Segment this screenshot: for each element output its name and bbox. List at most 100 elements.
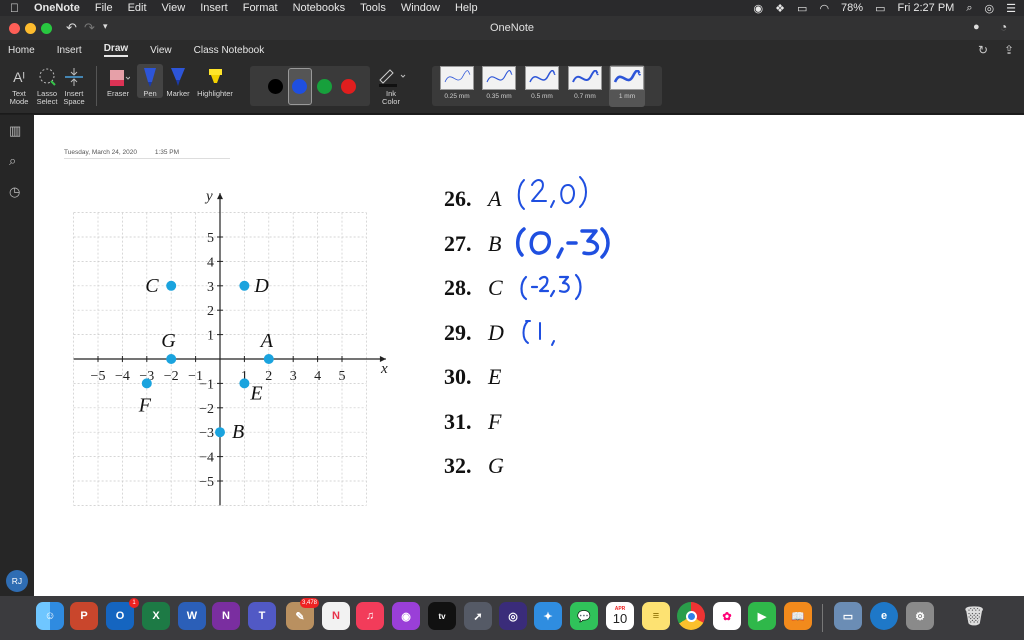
marker-button[interactable]: Marker <box>164 64 192 98</box>
siri-icon[interactable]: ◎ <box>985 2 995 15</box>
menu-notebooks[interactable]: Notebooks <box>293 2 346 14</box>
user-icon[interactable]: ◔ <box>1000 20 1007 34</box>
clock[interactable]: Fri 2:27 PM <box>897 2 954 14</box>
share-icon[interactable]: ⇪ <box>1004 43 1014 57</box>
podcasts-icon[interactable]: ◉ <box>392 602 420 630</box>
menu-tools[interactable]: Tools <box>360 2 386 14</box>
apple-icon[interactable]:  <box>10 1 19 15</box>
notification-center-icon[interactable]: ☰ <box>1006 2 1016 15</box>
spotlight-icon[interactable]: ⌕ <box>966 2 972 15</box>
y-tick-label: −1 <box>199 377 214 392</box>
problem-number: 31. <box>444 408 472 434</box>
problem-31: 31. F <box>444 409 501 435</box>
lasso-select-button[interactable]: Lasso Select <box>34 64 60 106</box>
eraser-button[interactable]: Eraser <box>104 64 132 98</box>
point-b <box>215 427 225 438</box>
ribbon-divider <box>96 66 97 106</box>
window-title: OneNote <box>489 22 535 34</box>
color-red-swatch[interactable] <box>341 79 356 94</box>
color-black-swatch[interactable] <box>268 79 283 94</box>
tv-icon[interactable]: tv <box>428 602 456 630</box>
y-tick-label: 3 <box>207 280 214 295</box>
menu-help[interactable]: Help <box>455 2 478 14</box>
lasso-icon <box>34 64 60 90</box>
outlook-icon[interactable]: O1 <box>106 598 139 630</box>
recent-notes-icon[interactable]: ◷ <box>9 184 20 200</box>
edge-icon[interactable]: e <box>870 602 898 630</box>
notes-icon[interactable]: ≡ <box>642 602 670 630</box>
ink-color-button[interactable]: Ink Color <box>374 64 408 106</box>
launchpad-icon[interactable]: ➚ <box>464 602 492 630</box>
tab-view[interactable]: View <box>150 45 172 56</box>
chrome-icon[interactable] <box>677 602 705 630</box>
menu-edit[interactable]: Edit <box>128 2 147 14</box>
y-tick-label: −5 <box>199 475 214 490</box>
powerpoint-icon[interactable]: P <box>70 602 98 630</box>
problem-number: 28. <box>444 275 472 300</box>
thickness-07[interactable]: 0.7 mm <box>567 66 603 104</box>
tab-class-notebook[interactable]: Class Notebook <box>194 45 265 56</box>
x-tick-label: −4 <box>115 369 130 384</box>
menu-view[interactable]: View <box>162 2 186 14</box>
finder-icon[interactable]: ☺ <box>36 602 64 630</box>
highlighter-button[interactable]: Highlighter <box>194 64 236 98</box>
photos-app-icon[interactable]: ✎ 3,478 <box>286 598 319 630</box>
menu-insert[interactable]: Insert <box>200 2 228 14</box>
menu-format[interactable]: Format <box>243 2 278 14</box>
system-preferences-icon[interactable]: ⚙ <box>906 602 934 630</box>
preview-icon[interactable]: ▭ <box>834 602 862 630</box>
messages-icon[interactable]: 💬 <box>570 602 598 630</box>
safari-icon[interactable]: ✦ <box>534 602 562 630</box>
menu-app-name[interactable]: OneNote <box>34 2 80 14</box>
dropbox-icon[interactable]: ❖ <box>775 2 785 15</box>
battery-icon[interactable]: ▭ <box>875 2 885 15</box>
note-page[interactable]: Tuesday, March 24, 2020 1:35 PM xy −5 −4−… <box>34 115 1024 596</box>
books-icon[interactable]: 📖 <box>784 602 812 630</box>
pen-button[interactable]: Pen <box>137 64 163 98</box>
notebooks-icon[interactable]: ▥ <box>9 123 21 139</box>
onenote-icon[interactable]: N <box>212 602 240 630</box>
music-icon[interactable]: ♫ <box>356 602 384 630</box>
color-blue-swatch[interactable] <box>292 79 307 94</box>
news-icon[interactable]: N <box>322 602 350 630</box>
calendar-icon[interactable]: APR 10 <box>606 602 634 630</box>
color-green-swatch[interactable] <box>317 79 332 94</box>
point-label-a: A <box>259 330 274 352</box>
page-date: Tuesday, March 24, 2020 <box>64 149 137 156</box>
page-scrollbar[interactable] <box>1017 115 1020 596</box>
tab-draw[interactable]: Draw <box>103 43 129 57</box>
sync-icon[interactable]: ↻ <box>978 43 988 57</box>
wifi-icon[interactable]: ◠ <box>819 2 829 15</box>
siri-dock-icon[interactable]: ◎ <box>499 602 527 630</box>
airplay-icon[interactable]: ▭ <box>797 2 807 15</box>
thickness-035-icon <box>482 66 516 90</box>
facetime-icon[interactable]: ▶ <box>748 602 776 630</box>
menu-window[interactable]: Window <box>401 2 440 14</box>
menu-file[interactable]: File <box>95 2 113 14</box>
search-icon[interactable]: ⌕ <box>9 153 16 169</box>
x-tick-label: 4 <box>314 369 321 384</box>
ink-answer-28 <box>520 273 582 301</box>
trash-icon[interactable]: 🗑 <box>960 602 988 630</box>
insert-space-button[interactable]: Insert Space <box>60 64 88 106</box>
excel-icon[interactable]: X <box>142 602 170 630</box>
thickness-05[interactable]: 0.5 mm <box>524 66 560 104</box>
lightbulb-icon[interactable]: ● <box>973 21 980 33</box>
teams-icon[interactable]: T <box>248 602 276 630</box>
pen-icon <box>137 64 163 90</box>
word-icon[interactable]: W <box>178 602 206 630</box>
tab-insert[interactable]: Insert <box>57 45 82 56</box>
battery-percent[interactable]: 78% <box>841 2 863 14</box>
photos-icon[interactable]: ✿ <box>713 602 741 630</box>
thickness-1[interactable]: 1 mm <box>609 65 645 107</box>
ink-strokes[interactable] <box>510 165 710 405</box>
eraser-icon <box>104 64 132 90</box>
thickness-025[interactable]: 0.25 mm <box>439 66 475 104</box>
tab-home[interactable]: Home <box>8 45 35 56</box>
thickness-035[interactable]: 0.35 mm <box>481 66 517 104</box>
text-mode-button[interactable]: A͏ᴵ Text Mode <box>6 64 32 106</box>
avatar[interactable]: RJ <box>6 570 28 592</box>
record-icon[interactable]: ◉ <box>754 2 764 15</box>
dock-divider <box>822 604 823 632</box>
problem-number: 29. <box>444 319 472 345</box>
